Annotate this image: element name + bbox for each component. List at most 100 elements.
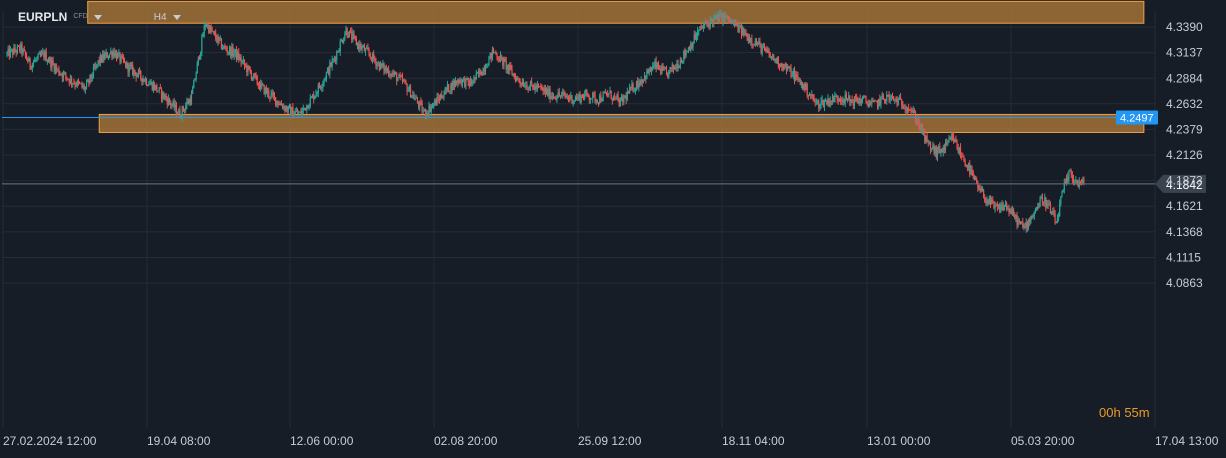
symbol-name[interactable]: EURPLN [18, 10, 67, 24]
candle-body [133, 69, 135, 75]
candle-body [513, 73, 515, 77]
candle-body [996, 205, 999, 207]
candle-body [982, 190, 985, 197]
candle-body [714, 15, 716, 18]
candle-body [988, 197, 990, 204]
candle-body [655, 61, 657, 69]
candle-body [220, 38, 223, 49]
candle-body [722, 13, 724, 23]
candle-body [690, 43, 692, 51]
candle-body [29, 57, 31, 67]
candle-body [694, 34, 696, 40]
candle-body [790, 67, 792, 77]
candle-body [499, 55, 502, 62]
candle-body [730, 20, 732, 23]
candle-body [632, 84, 634, 92]
candle-body [829, 100, 831, 106]
candle-body [269, 96, 271, 98]
candle-body [906, 108, 909, 111]
candle-body [1070, 171, 1072, 176]
candle-body [51, 60, 53, 68]
candle-body [640, 80, 642, 85]
candle-body [1082, 179, 1084, 183]
candle-body [367, 47, 369, 51]
candle-body [926, 135, 928, 143]
candle-body [293, 113, 295, 117]
candle-body [1011, 209, 1014, 215]
candle-body [241, 61, 243, 63]
candle-body [351, 31, 353, 40]
candle-body [237, 52, 239, 59]
candle-body [344, 34, 346, 40]
candle-body [331, 60, 333, 67]
candle-body [97, 60, 99, 65]
candle-body [943, 147, 945, 150]
candle-body [1052, 211, 1054, 213]
chart-area[interactable]: 4.2497 4.1842 4.3390 4.3137 4.2884 4.2632 4.2… [0, 0, 1226, 458]
timeframe-dropdown-icon[interactable] [172, 14, 181, 20]
candle-body [85, 82, 88, 88]
candle-body [564, 93, 566, 97]
candle-body [246, 65, 248, 73]
candle-body [106, 52, 108, 58]
candle-body [841, 101, 843, 103]
candle-body [855, 96, 857, 98]
candle-body [403, 80, 405, 82]
timeframe-selector[interactable]: H4 [154, 12, 167, 23]
candle-body [222, 48, 224, 50]
candle-body [147, 85, 149, 86]
candle-body [634, 88, 636, 92]
candle-body [171, 105, 173, 106]
candle-body [948, 138, 950, 142]
candle-body [765, 48, 767, 50]
candle-body [985, 201, 987, 203]
candle-body [1025, 221, 1027, 229]
candle-body [210, 26, 212, 31]
candle-body [1072, 178, 1075, 182]
candle-body [248, 65, 250, 70]
candle-body [970, 169, 972, 175]
countdown-hours-unit: h [1113, 405, 1121, 420]
candle-body [17, 46, 20, 47]
candle-body [1056, 218, 1058, 224]
symbol-dropdown-icon[interactable] [93, 14, 102, 20]
candle-body [838, 98, 841, 101]
candle-body [994, 205, 996, 209]
candle-body [1068, 171, 1070, 182]
candle-body [124, 60, 126, 62]
candle-body [405, 80, 407, 85]
candle-body [963, 156, 965, 162]
candle-body [919, 125, 921, 130]
candle-body [371, 53, 374, 61]
candle-body [904, 108, 906, 110]
candle-body [607, 94, 609, 96]
candle-body [272, 92, 274, 96]
candle-body [658, 68, 661, 70]
candle-body [1044, 197, 1046, 203]
candle-body [1075, 179, 1077, 182]
candle-body [903, 108, 905, 110]
candle-body [397, 78, 399, 82]
candle-body [469, 80, 472, 86]
candle-body [759, 41, 761, 44]
candle-body [1019, 221, 1022, 223]
y-tick-label: 4.1621 [1166, 199, 1203, 213]
candle-body [891, 96, 894, 98]
candle-body [835, 96, 837, 97]
candle-body [566, 96, 568, 98]
candle-body [668, 70, 670, 78]
candle-body [240, 57, 242, 63]
candle-body [285, 107, 287, 111]
candle-body [247, 65, 249, 73]
candle-body [588, 96, 590, 100]
candle-body [718, 14, 721, 23]
candle-body [59, 74, 61, 75]
candle-body [385, 67, 387, 72]
candle-body [1021, 221, 1023, 223]
candle-body [886, 94, 888, 102]
candle-body [88, 80, 90, 83]
price-chart[interactable]: 4.24974.1842 4.33904.31374.28844.26324.2… [0, 0, 1226, 458]
candle-body [431, 104, 434, 107]
candle-body [329, 62, 331, 75]
candle-body [301, 110, 303, 115]
